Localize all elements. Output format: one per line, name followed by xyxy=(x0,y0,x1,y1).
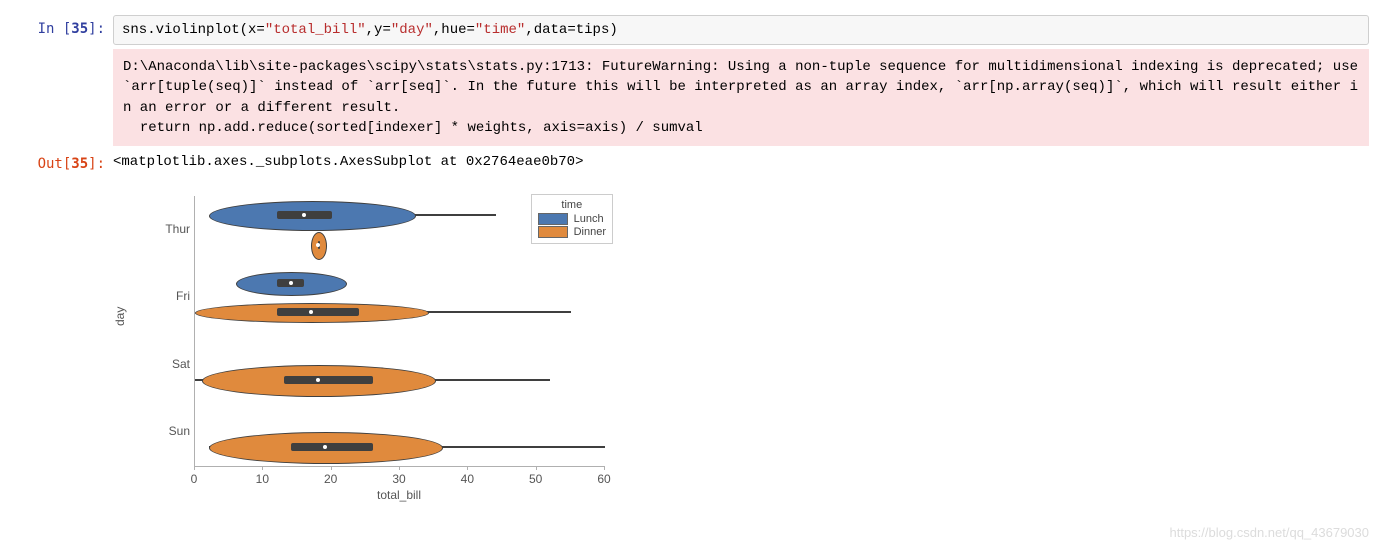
x-tick-label: 40 xyxy=(461,472,474,486)
watermark: https://blog.csdn.net/qq_43679030 xyxy=(1170,525,1370,540)
x-tick-label: 50 xyxy=(529,472,542,486)
x-tick xyxy=(194,466,195,470)
y-tick-label: Fri xyxy=(150,289,190,303)
y-tick-label: Sun xyxy=(150,424,190,438)
median-dot xyxy=(309,310,313,314)
x-tick xyxy=(399,466,400,470)
legend-item-dinner: Dinner xyxy=(538,226,606,238)
x-tick xyxy=(262,466,263,470)
legend: time Lunch Dinner xyxy=(531,194,613,244)
median-dot xyxy=(302,213,306,217)
x-tick-label: 10 xyxy=(256,472,269,486)
x-tick xyxy=(536,466,537,470)
x-tick-label: 0 xyxy=(191,472,198,486)
y-axis-label: day xyxy=(113,307,127,326)
legend-item-lunch: Lunch xyxy=(538,213,606,225)
x-tick xyxy=(467,466,468,470)
x-tick-label: 30 xyxy=(392,472,405,486)
out-prompt: Out[35]: xyxy=(10,150,113,172)
x-tick xyxy=(331,466,332,470)
x-tick-label: 20 xyxy=(324,472,337,486)
median-dot xyxy=(316,243,320,247)
stderr-cell: D:\Anaconda\lib\site-packages\scipy\stat… xyxy=(10,49,1369,146)
warning-text: D:\Anaconda\lib\site-packages\scipy\stat… xyxy=(113,49,1369,146)
legend-title: time xyxy=(538,199,606,211)
input-cell: In [35]: sns.violinplot(x="total_bill",y… xyxy=(10,15,1369,45)
in-prompt: In [35]: xyxy=(10,15,113,37)
box xyxy=(277,308,359,316)
median-dot xyxy=(316,378,320,382)
x-tick-label: 60 xyxy=(597,472,610,486)
median-dot xyxy=(323,445,327,449)
empty-prompt xyxy=(10,49,113,55)
y-tick-label: Sat xyxy=(150,357,190,371)
y-tick-label: Thur xyxy=(150,222,190,236)
code-input[interactable]: sns.violinplot(x="total_bill",y="day",hu… xyxy=(113,15,1369,45)
median-dot xyxy=(289,281,293,285)
swatch-lunch-icon xyxy=(538,213,568,225)
output-cell: Out[35]: <matplotlib.axes._subplots.Axes… xyxy=(10,150,1369,172)
swatch-dinner-icon xyxy=(538,226,568,238)
box xyxy=(284,376,373,384)
chart-axes: time Lunch Dinner xyxy=(194,196,605,467)
box xyxy=(291,443,373,451)
plot-output: day time Lunch Dinner total_bill ThurFri… xyxy=(110,186,640,496)
x-axis-label: total_bill xyxy=(194,488,604,502)
output-repr: <matplotlib.axes._subplots.AxesSubplot a… xyxy=(113,150,1369,170)
x-tick xyxy=(604,466,605,470)
